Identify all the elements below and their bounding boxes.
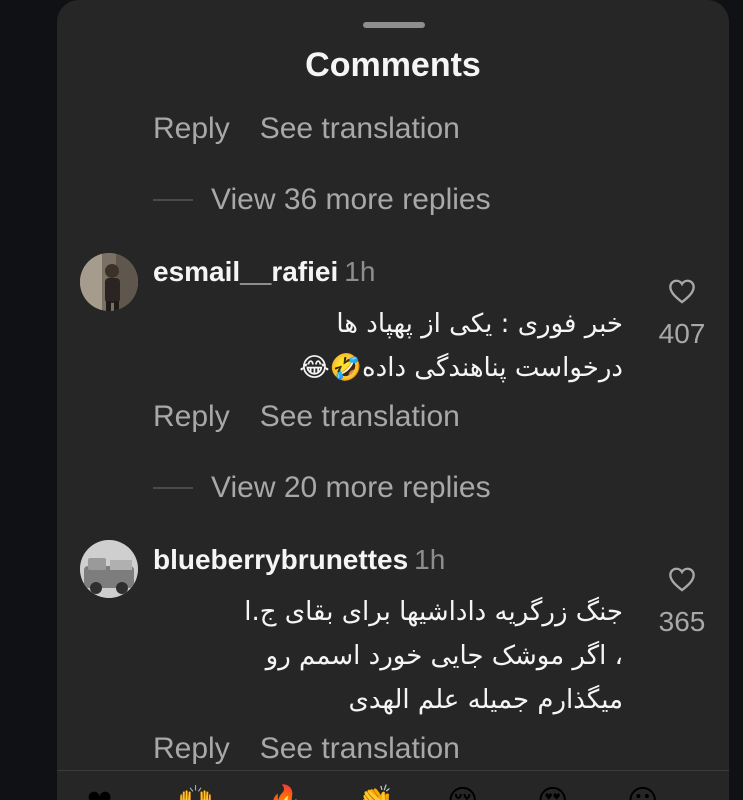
timestamp: 1h (414, 544, 446, 575)
emoji-reaction-bar[interactable]: ❤ 🙌 🔥 👏 😢 😍 😮 (57, 772, 729, 800)
surprised-emoji-icon[interactable]: 😮 (627, 784, 658, 800)
comment-line: میگذارم جمیله علم الهدی (348, 685, 624, 715)
comments-sheet: Comments Reply See translation View 36 m… (57, 0, 729, 800)
like-count: 365 (658, 606, 706, 637)
timestamp: 1h (344, 256, 376, 287)
view-more-replies-label: View 36 more replies (211, 183, 491, 216)
sheet-title: Comments (305, 46, 481, 84)
like-button[interactable]: 407 (647, 278, 717, 350)
like-count: 407 (658, 318, 706, 349)
reply-button[interactable]: Reply (153, 732, 230, 772)
reply-button[interactable]: Reply (153, 400, 230, 440)
comment-actions: Reply See translation (153, 400, 460, 440)
divider-line (153, 487, 193, 489)
divider (57, 770, 729, 771)
heart-outline-icon (669, 567, 695, 592)
comment-line: درخواست پناهندگی داده🤣😂 (299, 353, 623, 383)
like-button[interactable]: 365 (647, 566, 717, 638)
sad-emoji-icon[interactable]: 😢 (447, 784, 478, 800)
comment-line: خبر فوری : یکی از پهپاد ها (336, 309, 623, 339)
see-translation-button[interactable]: See translation (260, 400, 460, 440)
comment-actions: Reply See translation (153, 732, 460, 772)
comment-text: خبر فوری : یکی از پهپاد ها درخواست پناهن… (153, 302, 623, 390)
drag-handle[interactable] (363, 22, 425, 28)
comment-line: جنگ زرگریه داداشیها برای بقای ج.ا (244, 597, 623, 627)
view-more-replies-button[interactable]: View 36 more replies (153, 180, 491, 220)
comment-text: جنگ زرگریه داداشیها برای بقای ج.ا ، اگر … (153, 590, 623, 722)
avatar[interactable] (80, 253, 138, 311)
comment-line: ، اگر موشک جایی خورد اسمم رو (265, 641, 623, 671)
heart-outline-icon (669, 279, 695, 304)
heart-eyes-emoji-icon[interactable]: 😍 (537, 784, 568, 800)
see-translation-button[interactable]: See translation (260, 732, 460, 772)
clap-emoji-icon[interactable]: 👏 (357, 784, 394, 800)
fire-emoji-icon[interactable]: 🔥 (267, 784, 304, 800)
username[interactable]: esmail__rafiei (153, 256, 338, 287)
reply-button[interactable]: Reply (153, 112, 230, 152)
comment-header: blueberrybrunettes 1h (153, 544, 445, 576)
heart-emoji-icon[interactable]: ❤ (87, 784, 112, 800)
view-more-replies-button[interactable]: View 20 more replies (153, 468, 491, 508)
comment-actions: Reply See translation (153, 112, 460, 152)
see-translation-button[interactable]: See translation (260, 112, 460, 152)
comment-header: esmail__rafiei 1h (153, 256, 375, 288)
username[interactable]: blueberrybrunettes (153, 544, 408, 575)
view-more-replies-label: View 20 more replies (211, 471, 491, 504)
avatar[interactable] (80, 540, 138, 598)
divider-line (153, 199, 193, 201)
raised-hands-emoji-icon[interactable]: 🙌 (177, 784, 214, 800)
